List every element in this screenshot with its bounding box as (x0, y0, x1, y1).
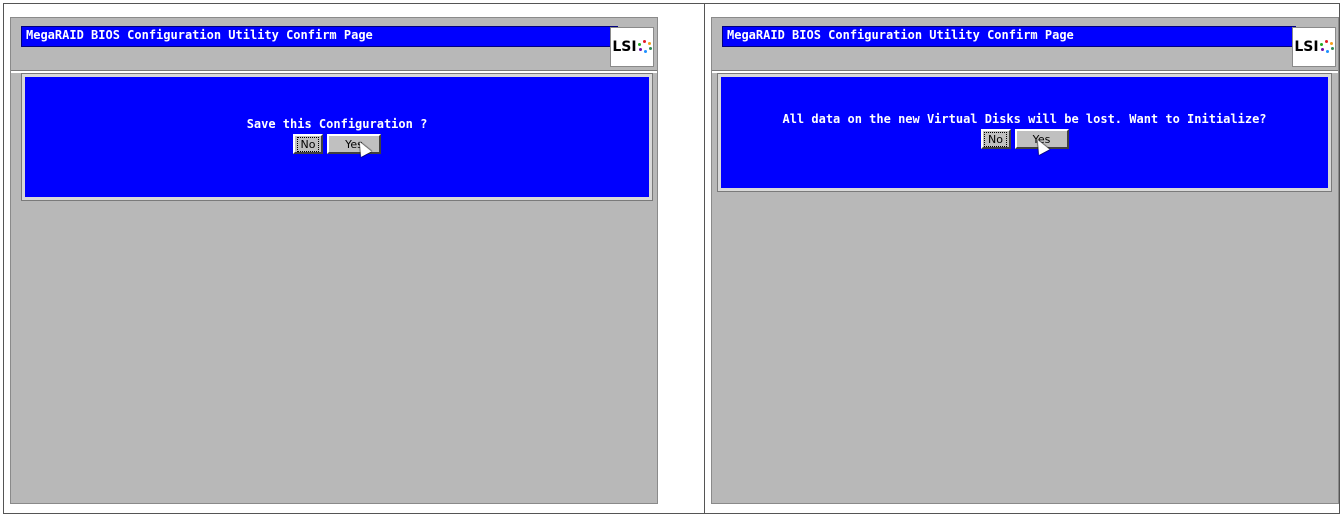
lsi-burst-icon (637, 40, 652, 54)
no-button[interactable]: No (980, 129, 1011, 149)
no-button[interactable]: No (293, 134, 323, 154)
window-title: MegaRAID BIOS Configuration Utility Conf… (722, 26, 1296, 47)
header-separator (712, 70, 1338, 73)
screen-save-configuration: MegaRAID BIOS Configuration Utility Conf… (10, 17, 658, 504)
no-button-label: No (984, 131, 1007, 147)
confirm-dialog: All data on the new Virtual Disks will b… (717, 73, 1332, 192)
confirm-dialog: Save this Configuration ? No Yes (21, 73, 653, 201)
lsi-logo-text: LSI (612, 39, 637, 55)
yes-button[interactable]: Yes (327, 134, 381, 157)
yes-button[interactable]: Yes (1014, 129, 1069, 155)
lsi-logo: LSI (610, 27, 654, 67)
lsi-burst-icon (1319, 40, 1334, 54)
header-separator (11, 70, 657, 73)
dialog-buttons: No Yes (25, 134, 649, 157)
confirm-message: Save this Configuration ? (246, 117, 428, 131)
dialog-buttons: No Yes (721, 129, 1328, 155)
no-button-label: No (296, 136, 320, 152)
screen-initialize-virtual-disks: MegaRAID BIOS Configuration Utility Conf… (711, 17, 1339, 504)
lsi-logo: LSI (1292, 27, 1336, 67)
confirm-message: All data on the new Virtual Disks will b… (782, 112, 1267, 126)
lsi-logo-text: LSI (1294, 39, 1319, 55)
window-title: MegaRAID BIOS Configuration Utility Conf… (21, 26, 618, 47)
cell-divider (704, 3, 705, 514)
